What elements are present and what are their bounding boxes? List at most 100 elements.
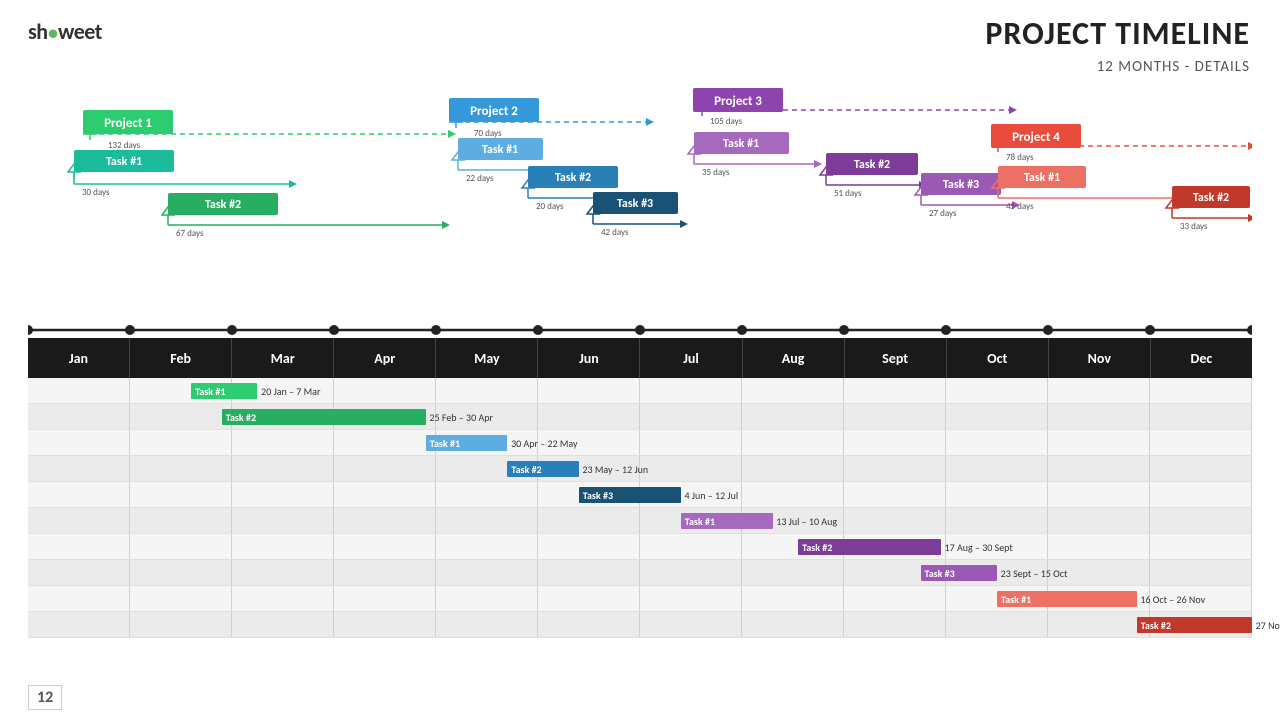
schedule-cell <box>334 534 436 559</box>
schedule-cell <box>844 378 946 403</box>
svg-text:Task #2: Task #2 <box>555 171 591 185</box>
schedule-cell <box>844 456 946 481</box>
schedule-date-label: 4 Jun – 12 Jul <box>684 489 738 502</box>
schedule-cell <box>334 378 436 403</box>
month-cell-aug: Aug <box>743 338 845 378</box>
schedule-cell <box>946 378 1048 403</box>
diagram-svg: 132 days Project 1 Task #1 30 days Task … <box>28 88 1252 338</box>
svg-text:42 days: 42 days <box>601 227 629 238</box>
schedule-cell <box>436 508 538 533</box>
svg-text:78 days: 78 days <box>1006 152 1034 163</box>
schedule-cell <box>538 404 640 429</box>
schedule-cell <box>742 378 844 403</box>
schedule-cell <box>130 508 232 533</box>
schedule-cell <box>1150 378 1252 403</box>
schedule-cell <box>130 430 232 455</box>
svg-text:45 days: 45 days <box>1006 201 1034 212</box>
schedule-cell <box>946 404 1048 429</box>
schedule-date-label: 17 Aug – 30 Sept <box>945 541 1013 554</box>
svg-text:22 days: 22 days <box>466 173 494 184</box>
schedule-row: Task #34 Jun – 12 Jul <box>28 482 1252 508</box>
schedule-cell <box>130 612 232 637</box>
schedule-cell <box>946 456 1048 481</box>
schedule-cell <box>130 482 232 507</box>
schedule-cell <box>28 456 130 481</box>
schedule-cell <box>538 378 640 403</box>
svg-text:27 days: 27 days <box>929 208 957 219</box>
schedule-date-label: 16 Oct – 26 Nov <box>1140 593 1205 606</box>
schedule-row: Task #130 Apr – 22 May <box>28 430 1252 456</box>
schedule-cell <box>130 456 232 481</box>
schedule-cell <box>1150 534 1252 559</box>
schedule-cell <box>28 430 130 455</box>
schedule-bar: Task #2 <box>1137 617 1252 633</box>
schedule-cell <box>844 482 946 507</box>
svg-text:Task #2: Task #2 <box>205 198 241 212</box>
schedule-cell <box>640 456 742 481</box>
svg-text:Task #1: Task #1 <box>482 143 518 157</box>
schedule-cell <box>1150 404 1252 429</box>
schedule-cell <box>742 586 844 611</box>
schedule-cell <box>640 534 742 559</box>
month-cell-apr: Apr <box>334 338 436 378</box>
schedule-cell <box>436 586 538 611</box>
schedule-cell <box>1048 456 1150 481</box>
svg-text:Task #3: Task #3 <box>617 197 653 211</box>
svg-text:Project 4: Project 4 <box>1012 130 1060 145</box>
schedule-row: Task #223 May – 12 Jun <box>28 456 1252 482</box>
schedule-cell <box>334 560 436 585</box>
schedule-cell <box>946 482 1048 507</box>
svg-text:Task #2: Task #2 <box>1193 191 1229 205</box>
schedule-date-label: 20 Jan – 7 Mar <box>261 385 320 398</box>
page-subtitle: 12 Months - Details <box>1097 58 1250 76</box>
schedule-cell <box>538 508 640 533</box>
schedule-cell <box>1150 430 1252 455</box>
schedule-bar: Task #1 <box>997 591 1137 607</box>
schedule-cell <box>334 508 436 533</box>
schedule-cell <box>130 560 232 585</box>
svg-text:30 days: 30 days <box>82 187 110 198</box>
schedule-cell <box>232 482 334 507</box>
schedule-cell <box>436 534 538 559</box>
schedule-cell <box>742 560 844 585</box>
schedule-cell <box>742 612 844 637</box>
schedule-cell <box>334 586 436 611</box>
schedule-date-label: 30 Apr – 22 May <box>511 437 578 450</box>
svg-text:35 days: 35 days <box>702 167 730 178</box>
schedule-cell <box>28 404 130 429</box>
schedule-cell <box>538 586 640 611</box>
schedule-cell <box>436 560 538 585</box>
schedule-cell <box>28 482 130 507</box>
logo: sh●weet <box>28 18 102 45</box>
diagram-area: 132 days Project 1 Task #1 30 days Task … <box>28 88 1252 338</box>
schedule-cell <box>130 404 232 429</box>
schedule-bar: Task #1 <box>191 383 257 399</box>
schedule-cell <box>844 586 946 611</box>
month-cell-jan: Jan <box>28 338 130 378</box>
schedule-cell <box>28 534 130 559</box>
svg-text:67 days: 67 days <box>176 228 204 239</box>
schedule-cell <box>640 404 742 429</box>
schedule-row: Task #1 20 Jan – 7 Mar <box>28 378 1252 404</box>
schedule-cell <box>946 612 1048 637</box>
schedule-cell <box>1150 456 1252 481</box>
schedule-cell <box>1048 430 1150 455</box>
schedule-cell <box>742 482 844 507</box>
schedule-cell <box>232 612 334 637</box>
schedule-cell <box>232 560 334 585</box>
schedule-cell <box>130 534 232 559</box>
schedule-cell <box>946 508 1048 533</box>
schedule-cell <box>232 508 334 533</box>
schedule-cell <box>28 508 130 533</box>
schedule-date-label: 23 May – 12 Jun <box>582 463 648 476</box>
svg-text:70 days: 70 days <box>474 128 502 139</box>
schedule-cell <box>436 482 538 507</box>
schedule-cell <box>1048 508 1150 533</box>
month-cell-sept: Sept <box>845 338 947 378</box>
month-header: JanFebMarAprMayJunJulAugSeptOctNovDec <box>28 338 1252 378</box>
svg-text:105 days: 105 days <box>710 116 743 127</box>
schedule-row: Task #323 Sept – 15 Oct <box>28 560 1252 586</box>
svg-text:Task #1: Task #1 <box>106 155 142 169</box>
schedule-cell <box>232 430 334 455</box>
svg-text:51 days: 51 days <box>834 188 862 199</box>
